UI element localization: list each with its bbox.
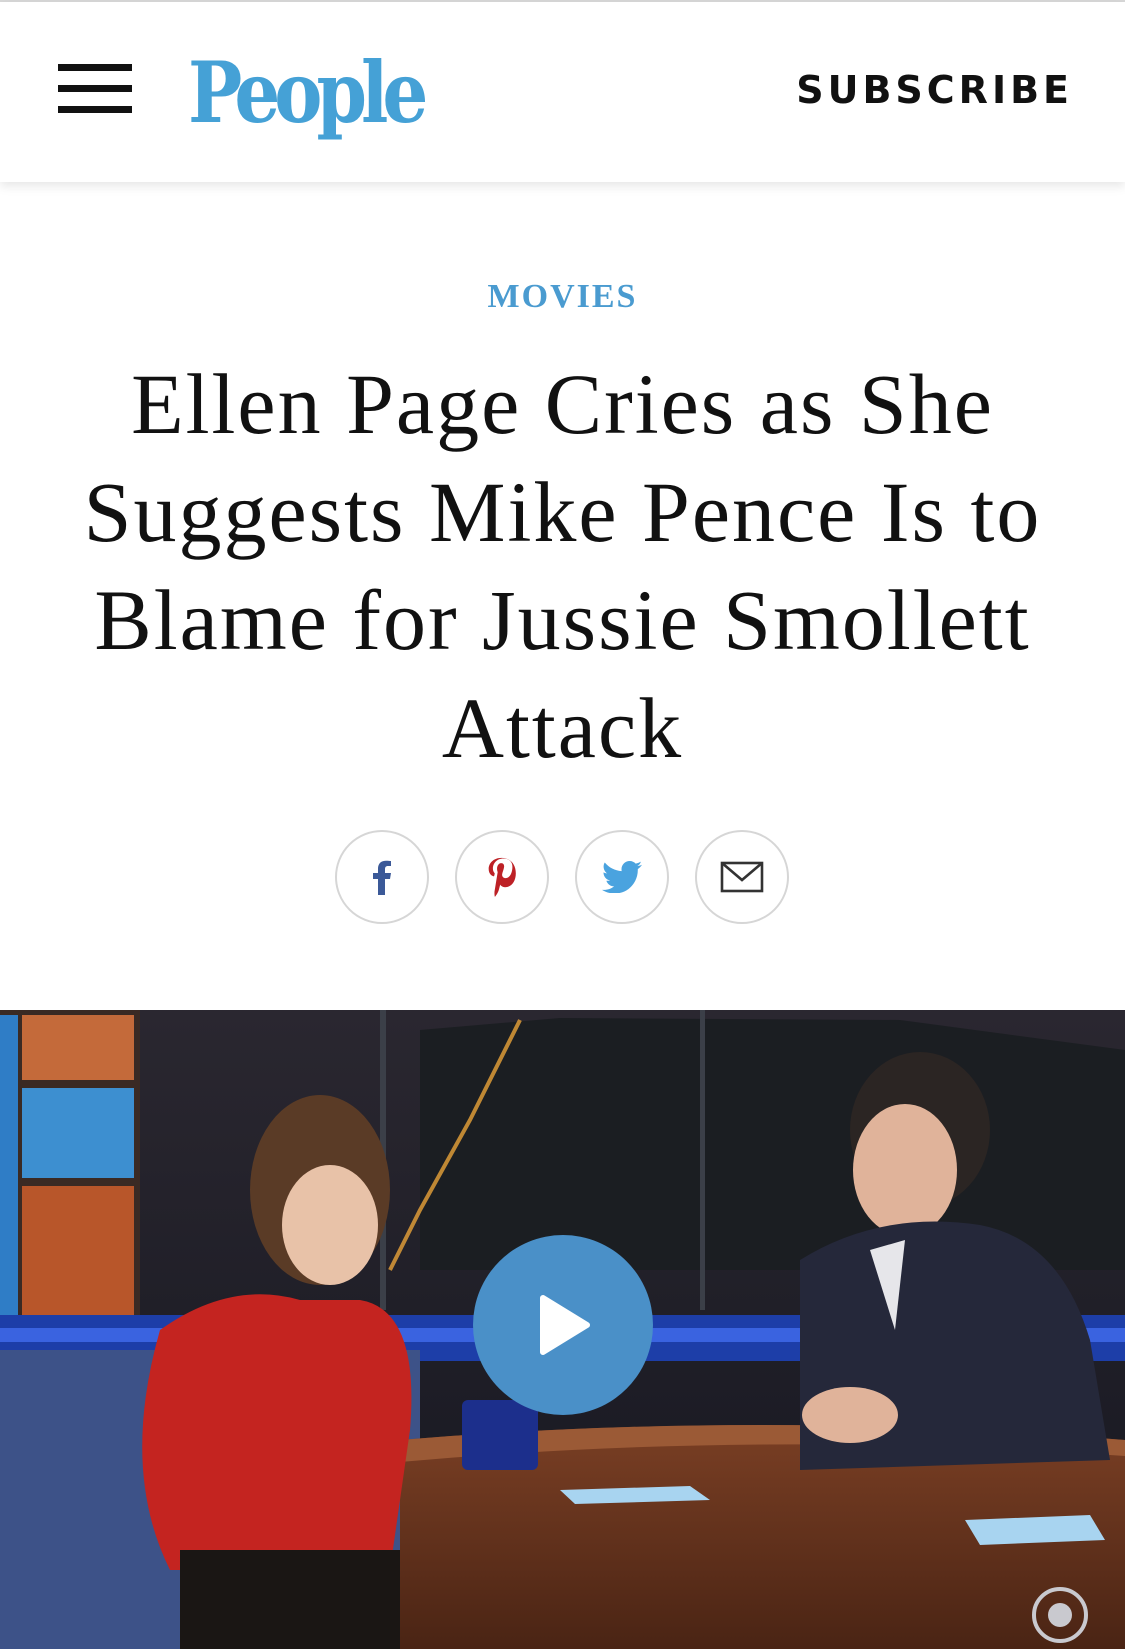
category-link[interactable]: MOVIES: [0, 278, 1125, 316]
menu-bar: [58, 64, 132, 71]
people-logo[interactable]: People: [188, 38, 428, 148]
twitter-icon: [602, 861, 642, 893]
email-icon: [720, 861, 764, 893]
facebook-share-button[interactable]: [335, 830, 429, 924]
email-share-button[interactable]: [695, 830, 789, 924]
pinterest-share-button[interactable]: [455, 830, 549, 924]
menu-bar: [58, 106, 132, 113]
play-button[interactable]: [473, 1235, 653, 1415]
twitter-share-button[interactable]: [575, 830, 669, 924]
play-icon: [540, 1295, 590, 1355]
pinterest-icon: [488, 857, 516, 897]
subscribe-link[interactable]: SUBSCRIBE: [796, 66, 1073, 114]
facebook-icon: [373, 860, 391, 895]
article-headline: Ellen Page Cries as She Suggests Mike Pe…: [83, 356, 1042, 776]
menu-bar: [58, 85, 132, 92]
menu-icon[interactable]: [58, 62, 132, 114]
share-buttons: [335, 830, 795, 926]
site-header: People SUBSCRIBE: [0, 2, 1125, 182]
